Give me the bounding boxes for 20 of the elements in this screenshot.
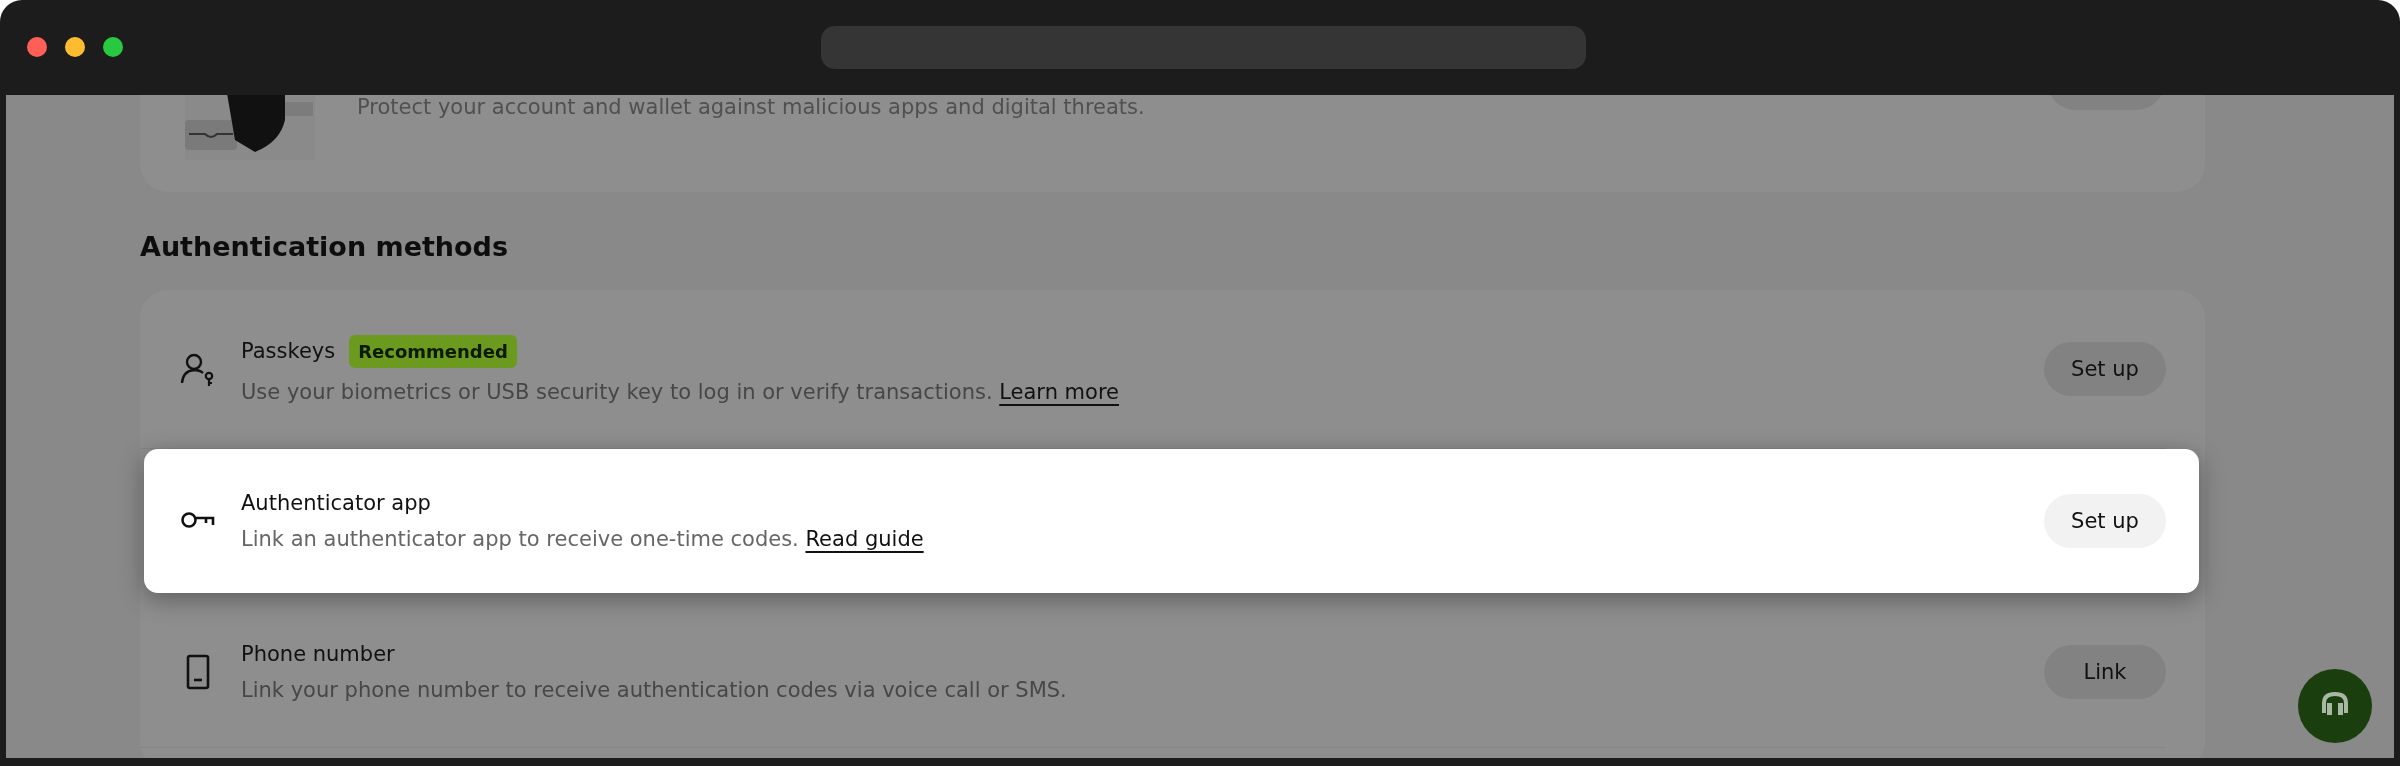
key-icon — [180, 511, 216, 531]
person-key-icon — [180, 351, 216, 387]
method-title: Authenticator app — [241, 491, 431, 515]
description: Link an authenticator app to receive one-time codes. Read guide — [241, 527, 925, 551]
description: Link your phone number to receive authentication codes via voice call or SMS. — [241, 678, 1068, 702]
method-title: Passkeys — [241, 339, 336, 363]
setup-button[interactable]: Set up — [2044, 342, 2166, 396]
description: Use your biometrics or USB security key to log in or verify transactions. Learn more — [241, 379, 1120, 404]
link[interactable]: Learn more — [999, 379, 1119, 404]
recommended-badge: Recommended — [349, 334, 517, 368]
setup-button[interactable]: Set up — [2044, 494, 2166, 548]
setup-button[interactable]: Link — [2044, 645, 2166, 699]
method-title: Phone number — [241, 642, 395, 666]
maximize-window-button[interactable] — [103, 36, 123, 57]
link[interactable]: Read guide — [805, 527, 924, 551]
minimize-window-button[interactable] — [65, 36, 85, 57]
close-window-button[interactable] — [27, 36, 47, 57]
description: Protect your account and wallet against malicious apps and digital threats. — [357, 95, 1146, 119]
section-heading: Authentication methods — [140, 230, 510, 264]
phone-icon — [184, 654, 212, 690]
